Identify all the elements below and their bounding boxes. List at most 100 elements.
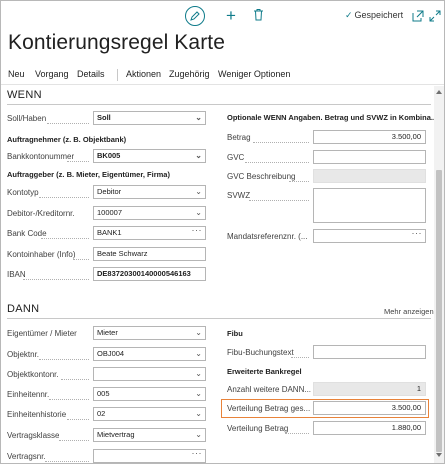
action-separator xyxy=(117,69,118,81)
label-debitor: Debitor-/Kreditornr. xyxy=(7,209,75,218)
chevron-down-icon: ⌄ xyxy=(195,151,202,160)
label-dots xyxy=(67,160,89,162)
action-bar: Neu Vorgang Details Aktionen Zugehörig W… xyxy=(1,65,444,85)
action-vorgang[interactable]: Vorgang xyxy=(35,69,69,79)
auftraggeber-header: Auftraggeber (z. B. Mieter, Eigentümer, … xyxy=(7,170,170,179)
section-header-wenn[interactable]: WENN xyxy=(7,89,42,101)
erweiterte-header: Erweiterte Bankregel xyxy=(227,367,302,376)
label-objektnr: Objektnr. xyxy=(7,350,40,359)
label-einheitenhistorie: Einheitenhistorie xyxy=(7,410,67,419)
popout-icon[interactable] xyxy=(412,9,424,22)
kontoinhaber-value: Beate Schwarz xyxy=(97,249,148,258)
objektnr-select[interactable]: OBJ004 ⌄ xyxy=(93,347,206,361)
einheitennr-select[interactable]: 005 ⌄ xyxy=(93,387,206,401)
action-bar-divider xyxy=(1,84,444,85)
soll-haben-select[interactable]: Soll ⌄ xyxy=(93,111,206,125)
mehr-anzeigen-link[interactable]: Mehr anzeigen xyxy=(384,307,434,316)
page-title: Kontierungsregel Karte xyxy=(8,31,225,54)
iban-field[interactable]: DE83720300140000546163 xyxy=(93,267,206,281)
svwz-textarea[interactable] xyxy=(313,188,426,223)
verteilung-ges-field[interactable]: 3.500,00 xyxy=(313,401,426,415)
label-gvc: GVC xyxy=(227,153,245,162)
verteilung-value: 1.880,00 xyxy=(391,423,421,432)
anzahl-field: 1 xyxy=(313,382,426,396)
edit-icon[interactable] xyxy=(185,6,205,26)
label-dots xyxy=(45,460,89,462)
label-dots xyxy=(49,398,89,400)
gvc-field[interactable] xyxy=(313,150,426,164)
label-dots xyxy=(59,439,89,441)
chevron-down-icon: ⌄ xyxy=(195,187,202,196)
label-verteilung: Verteilung Betrag xyxy=(227,424,289,433)
mandatsreferenz-field[interactable]: ··· xyxy=(313,229,426,243)
bankkontonummer-value: BK005 xyxy=(97,151,121,160)
label-dots xyxy=(39,196,89,198)
vertragsklasse-value: Mietvertrag xyxy=(97,430,135,439)
label-gvc-beschreibung: GVC Beschreibung xyxy=(227,172,296,181)
label-dots xyxy=(249,199,309,201)
kontotyp-select[interactable]: Debitor ⌄ xyxy=(93,185,206,199)
fibu-header: Fibu xyxy=(227,329,243,338)
gvc-beschreibung-field xyxy=(313,169,426,183)
scroll-up-icon[interactable] xyxy=(436,90,442,94)
label-dots xyxy=(47,122,89,124)
einheitenhistorie-value: 02 xyxy=(97,409,106,418)
label-dots xyxy=(73,258,89,260)
vertragsklasse-select[interactable]: Mietvertrag ⌄ xyxy=(93,428,206,442)
section-header-dann[interactable]: DANN xyxy=(7,303,39,315)
action-zugehoerig[interactable]: Zugehörig xyxy=(169,69,210,79)
chevron-down-icon: ⌄ xyxy=(195,369,202,378)
action-aktionen[interactable]: Aktionen xyxy=(126,69,161,79)
debitor-select[interactable]: 100007 ⌄ xyxy=(93,206,206,220)
kontoinhaber-field[interactable]: Beate Schwarz xyxy=(93,247,206,261)
check-icon: ✓ xyxy=(345,10,353,20)
fibu-buchungstext-field[interactable] xyxy=(313,345,426,359)
vertical-scrollbar[interactable] xyxy=(434,86,444,463)
ellipsis-icon[interactable]: ··· xyxy=(412,230,423,239)
scrollbar-thumb[interactable] xyxy=(436,170,442,452)
chevron-down-icon: ⌄ xyxy=(195,409,202,418)
betrag-field[interactable]: 3.500,00 xyxy=(313,130,426,144)
label-objektkontonr: Objektkontonr. xyxy=(7,370,59,379)
label-kontoinhaber: Kontoinhaber (Info) xyxy=(7,250,76,259)
chevron-down-icon: ⌄ xyxy=(195,208,202,217)
ellipsis-icon[interactable]: ··· xyxy=(192,450,203,459)
einheitenhistorie-select[interactable]: 02 ⌄ xyxy=(93,407,206,421)
chevron-down-icon: ⌄ xyxy=(195,349,202,358)
bankkontonummer-select[interactable]: BK005 ⌄ xyxy=(93,149,206,163)
eigentuemer-select[interactable]: Mieter ⌄ xyxy=(93,326,206,340)
trash-icon[interactable] xyxy=(253,8,267,24)
section-divider xyxy=(7,318,431,319)
label-einheitennr: Einheitennr. xyxy=(7,390,50,399)
label-dots xyxy=(39,358,89,360)
debitor-value: 100007 xyxy=(97,208,123,217)
iban-value: DE83720300140000546163 xyxy=(97,269,191,278)
objektkontonr-select[interactable]: ⌄ xyxy=(93,367,206,381)
chevron-down-icon: ⌄ xyxy=(195,389,202,398)
ellipsis-icon[interactable]: ··· xyxy=(192,227,203,236)
expand-icon[interactable] xyxy=(429,9,441,22)
optional-header: Optionale WENN Angaben. Betrag und SVWZ … xyxy=(227,113,438,122)
verteilung-field[interactable]: 1.880,00 xyxy=(313,421,426,435)
eigentuemer-value: Mieter xyxy=(97,328,118,337)
einheitennr-value: 005 xyxy=(97,389,110,398)
label-fibu-buchungstext: Fibu-Buchungstext xyxy=(227,348,294,357)
bank-code-field[interactable]: BANK1 ··· xyxy=(93,226,206,240)
chevron-down-icon: ⌄ xyxy=(195,430,202,439)
label-eigentuemer: Eigentümer / Mieter xyxy=(7,329,77,338)
action-weniger-optionen[interactable]: Weniger Optionen xyxy=(218,69,290,79)
scroll-down-icon[interactable] xyxy=(436,453,442,457)
label-dots xyxy=(285,432,309,434)
label-betrag: Betrag xyxy=(227,133,251,142)
label-dots xyxy=(289,180,309,182)
action-neu[interactable]: Neu xyxy=(8,69,25,79)
plus-icon[interactable]: + xyxy=(223,6,239,26)
label-svwz: SVWZ xyxy=(227,191,251,200)
vertragsnr-field[interactable]: ··· xyxy=(93,449,206,463)
label-dots xyxy=(245,161,309,163)
chevron-down-icon: ⌄ xyxy=(195,328,202,337)
label-dots xyxy=(67,418,89,420)
action-details[interactable]: Details xyxy=(77,69,105,79)
auftragnehmer-header: Auftragnehmer (z. B. Objektbank) xyxy=(7,135,127,144)
label-mandatsreferenz: Mandatsreferenznr. (... xyxy=(227,232,308,241)
